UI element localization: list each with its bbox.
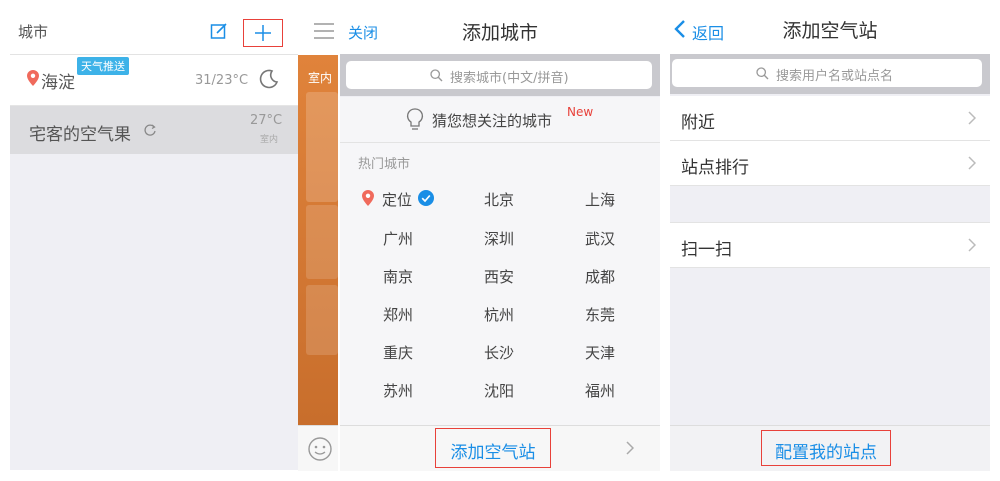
city-row-air-device[interactable]: 宅客的空气果 27°C 室内 [10, 106, 298, 154]
smiley-icon[interactable] [307, 436, 333, 462]
city-list-panel: 城市 海淀 天气推送 31/23°C 宅客的空气果 27°C 室内 [10, 0, 298, 470]
station-ranking-label: 站点排行 [681, 158, 749, 178]
city-list-header: 城市 [10, 0, 298, 55]
check-circle-icon [418, 190, 434, 206]
configure-my-station-button[interactable]: 配置我的站点 [761, 430, 891, 466]
bottom-bar [298, 425, 338, 471]
menu-icon[interactable] [314, 23, 334, 39]
weather-background: 室内 [298, 55, 338, 425]
city-content: 猜您想关注的城市 New 热门城市 定位 北京 上海 广州 深圳 武汉 南京 西… [340, 97, 660, 470]
chevron-right-icon[interactable] [626, 441, 634, 455]
search-input[interactable]: 搜索用户名或站点名 [672, 59, 982, 87]
chevron-right-icon [968, 238, 976, 252]
search-bar: 搜索城市(中文/拼音) [340, 54, 660, 96]
weather-panel-behind: 室内 [298, 0, 338, 471]
footer-bar: 配置我的站点 [670, 425, 990, 471]
device-temperature: 27°C [250, 113, 283, 128]
nearby-label: 附近 [681, 113, 715, 133]
city-fuzhou[interactable]: 福州 [550, 380, 650, 401]
locate-label: 定位 [382, 191, 413, 209]
device-name: 宅客的空气果 [29, 125, 131, 145]
city-shenzhen[interactable]: 深圳 [449, 228, 549, 249]
city-guangzhou[interactable]: 广州 [348, 228, 448, 249]
guess-city-row[interactable]: 猜您想关注的城市 New [340, 97, 660, 143]
city-beijing[interactable]: 北京 [449, 189, 549, 210]
city-zhengzhou[interactable]: 郑州 [348, 304, 448, 325]
add-city-button[interactable] [243, 19, 283, 47]
footer-bar: 添加空气站 [340, 425, 660, 471]
refresh-icon [143, 123, 157, 137]
moon-icon [259, 69, 279, 89]
search-placeholder: 搜索城市(中文/拼音) [450, 71, 569, 86]
add-city-panel: 关闭 添加城市 搜索城市(中文/拼音) 猜您想关注的城市 New 热门城市 定位 [340, 0, 660, 471]
search-icon [756, 67, 769, 80]
add-air-station-panel: 返回 添加空气站 搜索用户名或站点名 附近 站点排行 扫一扫 配置我的站点 [670, 0, 990, 471]
city-nanjing[interactable]: 南京 [348, 266, 448, 287]
city-suzhou[interactable]: 苏州 [348, 380, 448, 401]
page-title: 城市 [18, 23, 49, 41]
city-shanghai[interactable]: 上海 [550, 189, 650, 210]
city-chengdu[interactable]: 成都 [550, 266, 650, 287]
city-locate[interactable]: 定位 [340, 189, 450, 211]
add-city-header: 关闭 添加城市 [340, 0, 660, 54]
chevron-right-icon [968, 111, 976, 125]
city-xian[interactable]: 西安 [449, 266, 549, 287]
chevron-right-icon [968, 156, 976, 170]
configure-my-station-label: 配置我的站点 [775, 443, 877, 463]
location-pin-icon [362, 190, 374, 206]
page-title: 添加空气站 [782, 20, 878, 42]
add-station-header: 返回 添加空气站 [670, 0, 990, 54]
guess-city-label: 猜您想关注的城市 [432, 112, 553, 130]
temperature-card [306, 92, 338, 202]
city-tianjin[interactable]: 天津 [550, 342, 650, 363]
city-wuhan[interactable]: 武汉 [550, 228, 650, 249]
location-pin-icon [27, 70, 39, 86]
scan-label: 扫一扫 [681, 240, 732, 260]
search-input[interactable]: 搜索城市(中文/拼音) [346, 61, 652, 89]
search-icon [430, 69, 443, 82]
city-chongqing[interactable]: 重庆 [348, 342, 448, 363]
search-bar: 搜索用户名或站点名 [670, 54, 990, 94]
metric-card [306, 205, 338, 279]
plus-icon [254, 24, 272, 42]
weather-push-badge: 天气推送 [77, 57, 129, 75]
city-changsha[interactable]: 长沙 [449, 342, 549, 363]
indoor-label: 室内 [260, 135, 279, 145]
metric-card [306, 285, 338, 355]
search-placeholder: 搜索用户名或站点名 [776, 69, 894, 84]
add-air-station-button[interactable]: 添加空气站 [435, 428, 551, 468]
scan-item[interactable]: 扫一扫 [670, 222, 990, 268]
lightbulb-icon [406, 108, 424, 132]
page-title: 添加城市 [461, 22, 538, 44]
station-ranking-item[interactable]: 站点排行 [670, 141, 990, 186]
city-row-haidian[interactable]: 海淀 天气推送 31/23°C [10, 55, 298, 106]
city-hangzhou[interactable]: 杭州 [449, 304, 549, 325]
city-name: 海淀 [41, 73, 75, 93]
city-dongguan[interactable]: 东莞 [550, 304, 650, 325]
nearby-item[interactable]: 附近 [670, 96, 990, 141]
hot-cities-heading: 热门城市 [358, 157, 411, 172]
new-badge: New [567, 105, 594, 119]
city-shenyang[interactable]: 沈阳 [449, 380, 549, 401]
city-temperature: 31/23°C [195, 73, 249, 88]
indoor-label: 室内 [308, 71, 333, 85]
add-air-station-label: 添加空气站 [450, 443, 536, 463]
edit-icon[interactable] [210, 22, 228, 40]
